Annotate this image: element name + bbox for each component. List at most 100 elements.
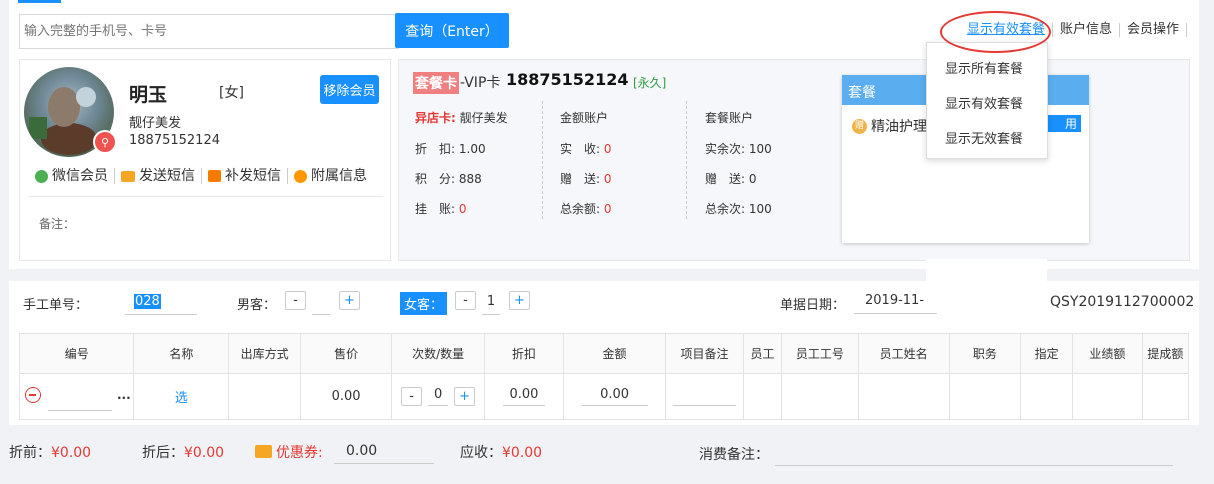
male-count-input[interactable]: [312, 292, 330, 315]
col-staff-name: 员工姓名: [857, 333, 950, 374]
show-invalid-packages-option[interactable]: 显示无效套餐: [945, 128, 1023, 147]
cell-staff: [742, 373, 783, 420]
cell-staff-id: [781, 373, 859, 420]
cell-name: 选: [133, 373, 230, 420]
remove-member-button[interactable]: 移除会员: [320, 75, 379, 104]
order-items-table: 编号 名称 出库方式 售价 次数/数量 折扣 金额 项目备注 员工 员工工号 员…: [18, 333, 1190, 420]
male-label: 男客：: [237, 298, 277, 313]
credit-label: 挂 账:: [415, 202, 456, 216]
points-value: 888: [458, 172, 482, 186]
search-input[interactable]: [19, 14, 399, 49]
order-date-input[interactable]: 2019-11-: [854, 291, 937, 314]
cell-item-note: [665, 373, 744, 420]
select-item-link[interactable]: 选: [175, 391, 188, 406]
show-all-packages-option[interactable]: 显示所有套餐: [945, 58, 1023, 77]
gift-value: 0: [603, 172, 612, 186]
col-performance: 业绩额: [1072, 333, 1143, 374]
actual-times-row: 实余次: 100: [705, 140, 772, 157]
female-plus-button[interactable]: +: [509, 291, 530, 310]
female-label: 女客：: [400, 292, 448, 315]
show-valid-packages-option[interactable]: 显示有效套餐: [945, 93, 1023, 112]
query-button[interactable]: 查询（Enter）: [395, 13, 509, 48]
actual-times-value: 100: [748, 142, 772, 156]
credit-value: 0: [458, 202, 467, 216]
male-minus-button[interactable]: -: [285, 291, 306, 310]
coupon-icon: [255, 445, 272, 458]
col-staff: 员工: [742, 333, 783, 374]
highlight-circle: [940, 11, 1051, 53]
extra-info-action[interactable]: 附属信息: [288, 168, 373, 184]
gift-label: 赠 送:: [560, 172, 601, 186]
mail-icon: [121, 170, 135, 182]
received-row: 实 收: 0: [560, 140, 612, 157]
send-sms-action[interactable]: 发送短信: [115, 168, 202, 184]
item-note-input[interactable]: [672, 385, 736, 406]
received-value: 0: [603, 142, 612, 156]
package-item-label: 精油护理: [871, 119, 927, 135]
resend-sms-label: 补发短信: [225, 168, 281, 184]
member-ops-link[interactable]: 会员操作: [1120, 23, 1187, 37]
male-plus-button[interactable]: +: [339, 291, 360, 310]
total-balance-value: 0: [603, 202, 612, 216]
amount-input[interactable]: 0.00: [581, 387, 648, 406]
cell-discount: 0.00: [483, 373, 564, 420]
coupon-input[interactable]: 0.00: [334, 436, 434, 464]
other-store-label: 异店卡:: [415, 111, 456, 125]
col-price: 售价: [299, 333, 393, 374]
attachment-icon: [294, 169, 307, 183]
gift-times-value: 0: [748, 172, 757, 186]
cell-quantity: - 0 +: [391, 373, 485, 420]
cell-position: [948, 373, 1022, 420]
discount-row: 折 扣: 1.00: [415, 140, 486, 157]
qty-minus-button[interactable]: -: [401, 387, 423, 406]
col-name: 名称: [133, 333, 230, 374]
amount-account-title: 金额账户: [560, 111, 609, 125]
wechat-icon: [35, 169, 48, 183]
send-sms-label: 发送短信: [139, 168, 195, 184]
col-out-method: 出库方式: [228, 333, 301, 374]
active-tab-indicator: [18, 0, 61, 3]
col-amount: 金额: [562, 333, 667, 374]
points-row: 积 分: 888: [415, 170, 482, 187]
package-item[interactable]: 赠精油护理: [852, 116, 927, 136]
qty-input[interactable]: 0: [428, 387, 449, 406]
member-divider: [29, 196, 383, 197]
qty-plus-button[interactable]: +: [454, 387, 476, 406]
discount-value: 1.00: [458, 142, 486, 156]
code-input[interactable]: [48, 387, 112, 411]
package-filter-dropdown: 显示所有套餐 显示有效套餐 显示无效套餐: [926, 42, 1048, 159]
card-type: -VIP卡: [460, 75, 501, 91]
order-date-label: 单据日期：: [780, 298, 846, 313]
col-code: 编号: [18, 333, 135, 374]
more-button[interactable]: ...: [117, 388, 131, 402]
col-designated: 指定: [1020, 333, 1074, 374]
table-row: ... 选 0.00 - 0 + 0.00 0.00: [18, 373, 1190, 420]
total-times-label: 总余次:: [705, 202, 746, 216]
col-position: 职务: [948, 333, 1022, 374]
card-number: 18875152124: [506, 70, 629, 89]
discount-input[interactable]: 0.00: [502, 387, 545, 406]
cell-out-method: [228, 373, 301, 420]
manual-no-label: 手工单号：: [23, 298, 89, 313]
discount-label: 折 扣:: [415, 142, 456, 156]
avatar-search-icon[interactable]: ⚲: [93, 130, 117, 154]
col-item-note: 项目备注: [665, 333, 744, 374]
after-discount-label: 折后：: [142, 445, 184, 461]
member-gender: [女]: [219, 85, 244, 101]
wechat-member-action[interactable]: 微信会员: [35, 168, 115, 184]
col-divider-2: [686, 101, 687, 219]
cell-price: 0.00: [299, 373, 393, 420]
credit-row: 挂 账: 0: [415, 200, 467, 217]
order-number: QSY2019112700002: [1050, 294, 1195, 310]
remove-row-icon[interactable]: [25, 387, 41, 403]
manual-no-input[interactable]: 028: [125, 291, 197, 315]
cell-commission: [1141, 373, 1190, 420]
remark-input[interactable]: [775, 465, 1173, 466]
package-panel-title: 套餐: [848, 85, 876, 101]
female-count-input[interactable]: 1: [482, 292, 500, 315]
col-quantity: 次数/数量: [391, 333, 485, 374]
resend-sms-action[interactable]: 补发短信: [202, 168, 288, 184]
col-staff-id: 员工工号: [781, 333, 859, 374]
female-minus-button[interactable]: -: [455, 291, 476, 310]
account-info-link[interactable]: 账户信息: [1053, 23, 1120, 37]
